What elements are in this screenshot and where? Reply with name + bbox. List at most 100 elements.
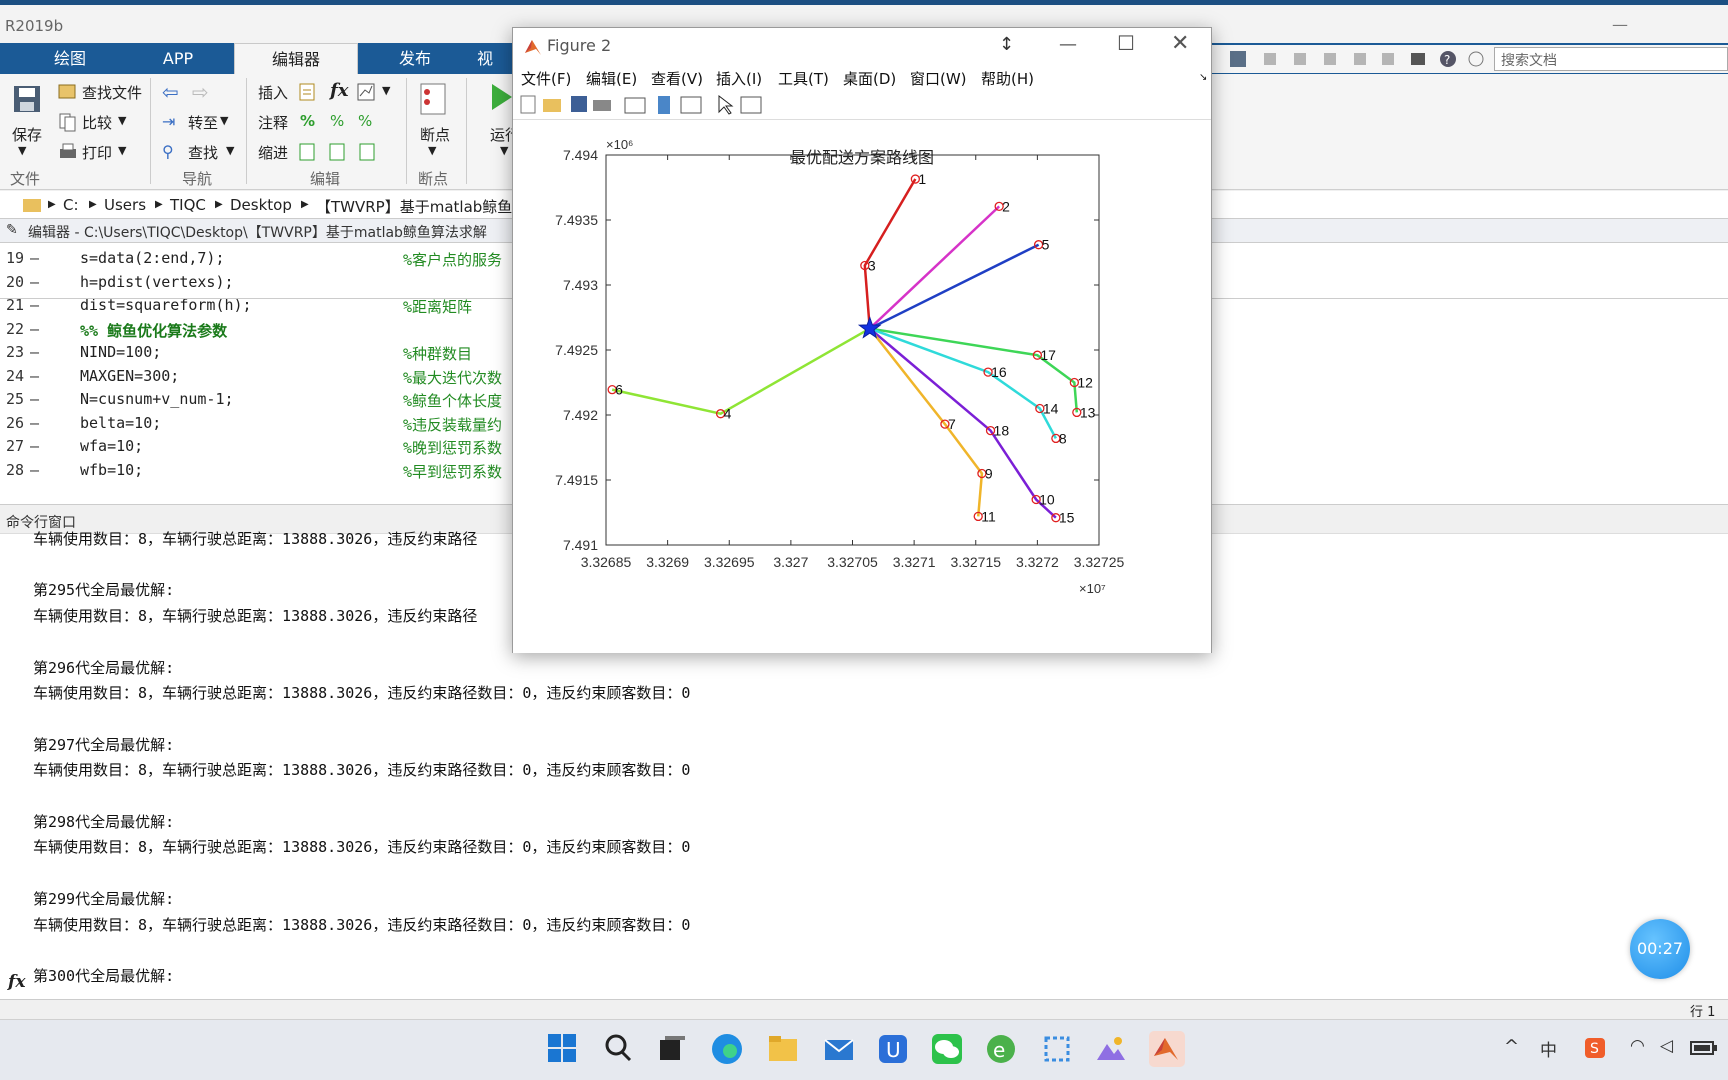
photos-icon[interactable] xyxy=(1094,1032,1128,1066)
breakpoint-marker[interactable]: — xyxy=(30,320,70,338)
breakpoint-marker[interactable]: — xyxy=(30,273,70,291)
breadcrumb-folder[interactable]: 【TWVRP】基于matlab鲸鱼 xyxy=(316,196,512,217)
tab-apps[interactable]: APP xyxy=(130,43,226,74)
breadcrumb-arrow-icon[interactable]: ▶ xyxy=(48,199,56,210)
goto-dropdown-icon[interactable]: ▼ xyxy=(220,114,228,127)
insert-plot-icon[interactable] xyxy=(356,82,376,102)
breadcrumb-arrow-icon[interactable]: ▶ xyxy=(155,199,163,210)
save-figure-icon[interactable] xyxy=(571,96,587,112)
breakpoint-marker[interactable]: — xyxy=(30,343,70,361)
figure-window[interactable]: Figure 2 ↕ — ☐ ✕ 文件(F) 编辑(E) 查看(V) 插入(I)… xyxy=(512,27,1212,653)
breakpoint-marker[interactable]: — xyxy=(30,249,70,267)
indent-button[interactable]: 缩进 xyxy=(258,142,288,163)
figure-titlebar[interactable]: Figure 2 ↕ — ☐ ✕ xyxy=(513,28,1211,64)
menu-desktop[interactable]: 桌面(D) xyxy=(843,68,896,89)
goto-button[interactable]: 转至 xyxy=(188,112,218,133)
code-line[interactable]: MAXGEN=300; xyxy=(80,367,179,385)
increase-indent-icon[interactable] xyxy=(328,142,348,162)
undock-arrow-icon[interactable]: ↘ xyxy=(1199,72,1207,83)
comment-button[interactable]: 注释 xyxy=(258,112,288,133)
insert-button[interactable]: 插入 xyxy=(258,82,288,103)
breadcrumb-users[interactable]: Users xyxy=(104,196,146,214)
breadcrumb-arrow-icon[interactable]: ▶ xyxy=(215,199,223,210)
app-u-icon[interactable]: U xyxy=(876,1032,910,1066)
uncomment-icon[interactable]: % xyxy=(330,112,344,130)
find-dropdown-icon[interactable]: ▼ xyxy=(226,144,234,157)
speaker-icon[interactable]: ◁ xyxy=(1660,1036,1673,1056)
sogou-s-icon[interactable]: S xyxy=(1584,1037,1606,1059)
figure-minimize-icon[interactable]: — xyxy=(1059,34,1077,55)
search-documentation-input[interactable]: 搜索文档 xyxy=(1494,47,1728,71)
tab-editor[interactable]: 编辑器 xyxy=(234,43,358,74)
code-line[interactable]: h=pdist(vertexs); xyxy=(80,273,234,291)
colorbar-icon[interactable] xyxy=(658,96,670,114)
breadcrumb-arrow-icon[interactable]: ▶ xyxy=(301,199,309,210)
comment-percent-icon[interactable]: % xyxy=(300,112,315,130)
minimize-icon[interactable]: — xyxy=(1612,15,1628,34)
forward-arrow-icon[interactable]: ⇨ xyxy=(192,80,209,104)
breadcrumb-desktop[interactable]: Desktop xyxy=(230,196,292,214)
matlab-icon[interactable] xyxy=(1148,1030,1186,1068)
run-dropdown-icon[interactable]: ▼ xyxy=(500,144,508,157)
menu-file[interactable]: 文件(F) xyxy=(521,68,571,89)
code-line[interactable]: wfb=10; xyxy=(80,461,143,479)
menu-view[interactable]: 查看(V) xyxy=(651,68,703,89)
legend-icon[interactable] xyxy=(680,96,702,114)
code-line[interactable]: wfa=10; xyxy=(80,437,143,455)
print-dropdown-icon[interactable]: ▼ xyxy=(118,144,126,157)
code-line[interactable]: s=data(2:end,7); xyxy=(80,249,225,267)
battery-icon[interactable] xyxy=(1690,1040,1718,1056)
recording-timer[interactable]: 00:27 xyxy=(1630,919,1690,979)
ie-icon[interactable]: e xyxy=(984,1032,1018,1066)
print-figure-icon[interactable] xyxy=(593,100,611,111)
file-explorer-icon[interactable] xyxy=(766,1032,800,1066)
windows-start-icon[interactable] xyxy=(546,1032,578,1064)
breakpoint-marker[interactable]: — xyxy=(30,367,70,385)
breadcrumb-arrow-icon[interactable]: ▶ xyxy=(89,199,97,210)
run-icon[interactable] xyxy=(488,82,514,112)
breakpoint-marker[interactable]: — xyxy=(30,414,70,432)
figure-maximize-icon[interactable]: ☐ xyxy=(1117,31,1135,55)
print-button[interactable]: 打印 xyxy=(82,142,112,163)
compare-dropdown-icon[interactable]: ▼ xyxy=(118,114,126,127)
find-button[interactable]: 查找 xyxy=(188,142,218,163)
decrease-indent-icon[interactable] xyxy=(358,142,378,162)
breakpoints-button[interactable]: 断点 xyxy=(420,124,450,145)
quick-access-icons[interactable]: ? xyxy=(1212,45,1492,73)
breakpoints-dropdown-icon[interactable]: ▼ xyxy=(428,144,436,157)
mail-icon[interactable] xyxy=(822,1032,856,1066)
menu-tools[interactable]: 工具(T) xyxy=(778,68,829,89)
tab-plots[interactable]: 绘图 xyxy=(30,43,110,74)
code-line[interactable]: belta=10; xyxy=(80,414,161,432)
smart-indent-icon[interactable] xyxy=(298,142,318,162)
save-button[interactable]: 保存 xyxy=(12,124,42,145)
menu-insert[interactable]: 插入(I) xyxy=(716,68,762,89)
save-dropdown-icon[interactable]: ▼ xyxy=(18,144,26,157)
figure-canvas[interactable]: 3.32685 3.3269 3.32695 3.327 3.32705 3.3271 3.… xyxy=(513,120,1211,653)
route-plot[interactable]: 3.32685 3.3269 3.32695 3.327 3.32705 3.3271 3.… xyxy=(513,120,1211,653)
new-figure-icon[interactable] xyxy=(520,95,536,114)
breakpoint-marker[interactable]: — xyxy=(30,437,70,455)
search-icon[interactable] xyxy=(602,1032,634,1064)
menu-edit[interactable]: 编辑(E) xyxy=(586,68,637,89)
menu-window[interactable]: 窗口(W) xyxy=(910,68,967,89)
code-line[interactable]: %% 鲸鱼优化算法参数 xyxy=(80,320,227,341)
open-file-icon[interactable] xyxy=(543,99,561,112)
tab-view[interactable]: 视 xyxy=(465,43,505,74)
pointer-icon[interactable] xyxy=(718,94,734,115)
compare-button[interactable]: 比较 xyxy=(82,112,112,133)
input-method-icon[interactable]: 中 xyxy=(1540,1036,1557,1061)
wifi-icon[interactable]: ◠ xyxy=(1630,1036,1645,1056)
code-line[interactable]: N=cusnum+v_num-1; xyxy=(80,390,234,408)
find-files-button[interactable]: 查找文件 xyxy=(82,82,142,103)
link-plot-icon[interactable] xyxy=(624,97,646,114)
task-view-icon[interactable] xyxy=(656,1032,688,1064)
breadcrumb-user[interactable]: TIQC xyxy=(170,196,206,214)
back-arrow-icon[interactable]: ⇦ xyxy=(162,80,179,104)
breakpoint-marker[interactable]: — xyxy=(30,461,70,479)
property-editor-icon[interactable] xyxy=(740,96,762,114)
tab-publish[interactable]: 发布 xyxy=(370,43,460,74)
chevron-up-icon[interactable]: ^ xyxy=(1504,1036,1519,1057)
menu-help[interactable]: 帮助(H) xyxy=(981,68,1034,89)
insert-dropdown-icon[interactable]: ▼ xyxy=(382,84,390,97)
